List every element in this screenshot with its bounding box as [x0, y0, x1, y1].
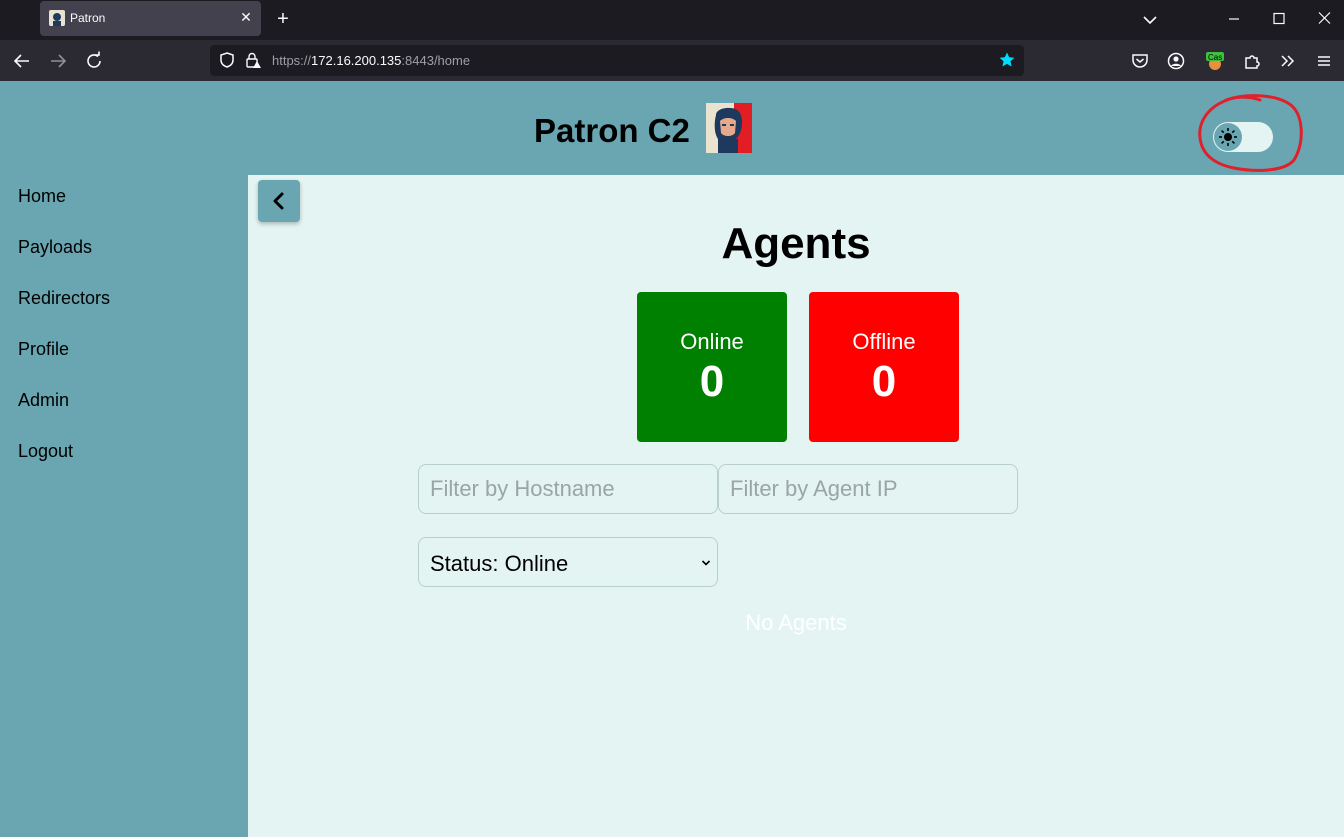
forward-arrow-icon[interactable]: [47, 50, 69, 72]
app-header: Patron C2: [0, 81, 1344, 175]
offline-label: Offline: [852, 329, 916, 354]
sidebar-item-admin[interactable]: Admin: [18, 390, 69, 411]
sidebar-item-logout[interactable]: Logout: [18, 441, 73, 462]
back-arrow-icon[interactable]: [11, 50, 33, 72]
theme-toggle[interactable]: [1213, 122, 1273, 152]
overflow-chevrons-icon[interactable]: [1277, 50, 1299, 72]
browser-tab-bar: Patron ✕ +: [0, 0, 1344, 40]
online-count: 0: [699, 357, 725, 406]
hamburger-menu-icon[interactable]: [1313, 50, 1335, 72]
extensions-puzzle-icon[interactable]: [1241, 50, 1263, 72]
status-select-value: Status: Online: [430, 551, 569, 576]
account-icon[interactable]: [1165, 50, 1187, 72]
patron-logo-icon: [705, 103, 752, 153]
sidebar: Home Payloads Redirectors Profile Admin …: [0, 175, 248, 837]
maximize-icon[interactable]: [1269, 10, 1289, 30]
collapse-sidebar-button[interactable]: [258, 180, 300, 222]
extension-badge-icon[interactable]: Cas: [1204, 50, 1226, 72]
sidebar-item-redirectors[interactable]: Redirectors: [18, 288, 110, 309]
sidebar-item-payloads[interactable]: Payloads: [18, 237, 92, 258]
tab-title: Patron: [70, 11, 106, 25]
sun-icon: [1219, 128, 1237, 146]
tab-list-chevron-icon[interactable]: [1140, 10, 1160, 30]
bookmark-star-icon[interactable]: [998, 51, 1016, 74]
patron-favicon-icon: [49, 10, 65, 26]
offline-agents-card: Offline 0: [809, 292, 959, 442]
extension-badge-text: Cas: [1208, 53, 1223, 62]
new-tab-button[interactable]: +: [272, 8, 294, 30]
tab-close-icon[interactable]: ✕: [237, 8, 255, 26]
hostname-filter-input[interactable]: [418, 464, 718, 514]
url-bar[interactable]: https://172.16.200.135:8443/home: [210, 45, 1024, 76]
empty-state-message: No Agents: [745, 610, 847, 635]
shield-icon[interactable]: [218, 51, 236, 74]
online-label: Online: [680, 329, 744, 354]
toggle-knob: [1214, 123, 1242, 151]
status-select[interactable]: Status: Online: [418, 537, 718, 587]
agent-ip-filter-input[interactable]: [718, 464, 1018, 514]
app-title: Patron C2: [534, 112, 690, 149]
chevron-down-icon: [701, 560, 711, 566]
brand: Patron C2: [534, 103, 752, 153]
sidebar-item-home[interactable]: Home: [18, 186, 66, 207]
pocket-icon[interactable]: [1129, 50, 1151, 72]
url-path: :8443/home: [401, 53, 471, 68]
online-agents-card: Online 0: [637, 292, 787, 442]
lock-warning-icon[interactable]: [244, 51, 262, 74]
reload-icon[interactable]: [83, 50, 105, 72]
sidebar-item-profile[interactable]: Profile: [18, 339, 69, 360]
browser-tab[interactable]: Patron ✕: [40, 1, 261, 36]
browser-nav-bar: https://172.16.200.135:8443/home Cas: [0, 40, 1344, 81]
minimize-icon[interactable]: [1224, 10, 1244, 30]
offline-count: 0: [871, 357, 897, 406]
page-title: Agents: [721, 219, 871, 268]
main-content: Agents Online 0 Offline 0 Status: Online…: [248, 175, 1344, 837]
url-host: 172.16.200.135: [311, 53, 402, 68]
url-text[interactable]: https://172.16.200.135:8443/home: [272, 53, 470, 68]
url-scheme: https://: [272, 53, 312, 68]
chevron-left-icon: [273, 192, 284, 210]
close-window-icon[interactable]: [1315, 10, 1335, 30]
